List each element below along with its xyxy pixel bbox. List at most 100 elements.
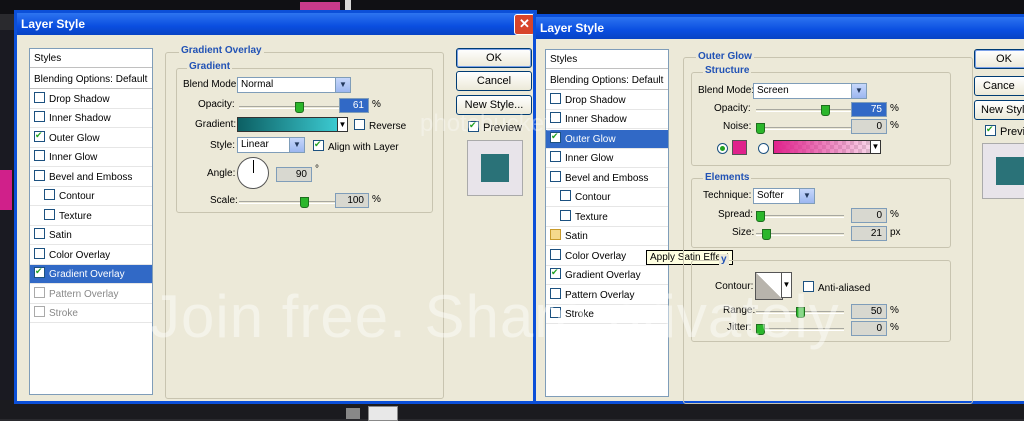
new-style-button[interactable]: New Style... bbox=[456, 95, 532, 115]
styles-list-item[interactable]: Stroke bbox=[546, 305, 668, 324]
spread-field[interactable]: 0 bbox=[851, 208, 887, 223]
slider-thumb[interactable] bbox=[756, 123, 765, 134]
styles-list-item[interactable]: Pattern Overlay bbox=[30, 285, 152, 304]
checkbox-icon[interactable] bbox=[550, 112, 561, 123]
checkbox-icon[interactable] bbox=[550, 151, 561, 162]
checkbox-icon[interactable] bbox=[44, 208, 55, 220]
styles-list-item[interactable]: Bevel and Emboss bbox=[30, 168, 152, 187]
styles-list-item[interactable]: Inner Shadow bbox=[30, 109, 152, 128]
opacity-field[interactable]: 61 bbox=[339, 98, 369, 113]
taskbar-icon[interactable] bbox=[346, 408, 360, 419]
jitter-field[interactable]: 0 bbox=[851, 321, 887, 336]
range-slider[interactable] bbox=[756, 307, 844, 318]
reverse-checkbox[interactable]: Reverse bbox=[354, 119, 406, 132]
styles-list-item[interactable]: Inner Glow bbox=[30, 148, 152, 167]
anti-aliased-checkbox[interactable]: Anti-aliased bbox=[803, 281, 870, 294]
checkbox-icon[interactable] bbox=[34, 247, 45, 259]
style-select[interactable]: Linear ▼ bbox=[237, 137, 305, 153]
size-slider[interactable] bbox=[756, 229, 844, 240]
glow-color-swatch[interactable] bbox=[732, 140, 747, 155]
checkbox-icon[interactable] bbox=[550, 131, 561, 143]
styles-list-item[interactable]: Blending Options: Default bbox=[30, 70, 152, 89]
checkbox-icon[interactable] bbox=[34, 267, 45, 278]
styles-list-item[interactable]: Satin bbox=[30, 226, 152, 245]
styles-list-item[interactable]: Styles bbox=[546, 50, 668, 69]
opacity-slider[interactable] bbox=[756, 105, 851, 116]
styles-list-item[interactable]: Gradient Overlay bbox=[546, 266, 668, 285]
styles-list-item[interactable]: Drop Shadow bbox=[30, 90, 152, 109]
cancel-button[interactable]: Cance bbox=[974, 76, 1024, 96]
checkbox-icon[interactable] bbox=[560, 190, 571, 201]
gradient-radio[interactable] bbox=[758, 143, 769, 154]
size-field[interactable]: 21 bbox=[851, 226, 887, 241]
angle-field[interactable]: 90 bbox=[276, 167, 312, 182]
styles-list-item[interactable]: Blending Options: Default bbox=[546, 71, 668, 90]
styles-list-item[interactable]: Outer Glow bbox=[546, 129, 668, 149]
cancel-button[interactable]: Cancel bbox=[456, 71, 532, 91]
angle-dial[interactable] bbox=[237, 157, 269, 189]
slider-thumb[interactable] bbox=[762, 229, 772, 240]
checkbox-icon[interactable] bbox=[44, 189, 55, 200]
checkbox-icon[interactable] bbox=[34, 111, 45, 122]
checkbox-icon[interactable] bbox=[560, 209, 571, 221]
styles-list-item[interactable]: Inner Shadow bbox=[546, 110, 668, 129]
styles-list-item[interactable]: Color Overlay bbox=[30, 246, 152, 265]
preview-checkbox[interactable]: Previe bbox=[985, 125, 1024, 138]
noise-field[interactable]: 0 bbox=[851, 119, 887, 134]
styles-list-item[interactable]: Stroke bbox=[30, 304, 152, 323]
slider-thumb[interactable] bbox=[821, 105, 831, 116]
gradient-dropdown-button[interactable]: ▼ bbox=[337, 117, 348, 132]
blend-mode-select[interactable]: Normal ▼ bbox=[237, 77, 351, 93]
styles-list-item[interactable]: Bevel and Emboss bbox=[546, 169, 668, 188]
scale-field[interactable]: 100 bbox=[335, 193, 369, 208]
gradient-swatch[interactable] bbox=[237, 117, 345, 132]
blend-mode-select[interactable]: Screen ▼ bbox=[753, 83, 867, 99]
checkbox-icon[interactable] bbox=[34, 130, 45, 142]
styles-list-item[interactable]: Texture bbox=[546, 208, 668, 227]
styles-list-item[interactable]: Inner Glow bbox=[546, 149, 668, 168]
ok-button[interactable]: OK bbox=[974, 49, 1024, 69]
checkbox-icon[interactable] bbox=[550, 170, 561, 182]
opacity-field[interactable]: 75 bbox=[851, 102, 887, 117]
checkbox-icon[interactable] bbox=[34, 91, 45, 103]
styles-list-item[interactable]: Contour bbox=[546, 188, 668, 207]
technique-select[interactable]: Softer ▼ bbox=[753, 188, 815, 204]
checkbox-icon[interactable] bbox=[550, 229, 561, 240]
checkbox-icon[interactable] bbox=[550, 307, 561, 318]
checkbox-icon[interactable] bbox=[34, 306, 45, 317]
styles-list-item[interactable]: Outer Glow bbox=[30, 129, 152, 148]
glow-gradient-swatch[interactable] bbox=[773, 140, 877, 154]
contour-dropdown-button[interactable]: ▼ bbox=[781, 272, 792, 298]
slider-thumb[interactable] bbox=[756, 324, 765, 335]
styles-list-item[interactable]: Contour bbox=[30, 187, 152, 206]
jitter-slider[interactable] bbox=[756, 324, 844, 335]
gradient-dropdown-button[interactable]: ▼ bbox=[870, 140, 881, 154]
new-style-button[interactable]: New Styl bbox=[974, 100, 1024, 120]
preview-checkbox[interactable]: Preview bbox=[468, 121, 522, 134]
checkbox-icon[interactable] bbox=[550, 248, 561, 260]
checkbox-icon[interactable] bbox=[34, 169, 45, 181]
solid-color-radio[interactable] bbox=[717, 143, 728, 154]
checkbox-icon[interactable] bbox=[34, 150, 45, 161]
styles-list-item[interactable]: Pattern Overlay bbox=[546, 286, 668, 305]
slider-thumb[interactable] bbox=[756, 211, 765, 222]
opacity-slider[interactable] bbox=[239, 102, 339, 113]
styles-list-item[interactable]: Styles bbox=[30, 49, 152, 68]
dialog-title-bar[interactable]: Layer Style bbox=[536, 17, 1024, 39]
checkbox-icon[interactable] bbox=[550, 268, 561, 279]
styles-list-item[interactable]: Drop Shadow bbox=[546, 91, 668, 110]
checkbox-icon[interactable] bbox=[550, 92, 561, 104]
styles-list-item[interactable]: Gradient Overlay bbox=[30, 265, 152, 284]
checkbox-icon[interactable] bbox=[34, 286, 45, 298]
noise-slider[interactable] bbox=[756, 123, 851, 134]
contour-picker[interactable] bbox=[755, 272, 783, 300]
ok-button[interactable]: OK bbox=[456, 48, 532, 68]
dialog-title-bar[interactable]: Layer Style ✕ bbox=[17, 13, 535, 35]
close-icon[interactable]: ✕ bbox=[514, 14, 535, 35]
scale-slider[interactable] bbox=[239, 197, 339, 208]
styles-list-item[interactable]: Satin bbox=[546, 227, 668, 246]
spread-slider[interactable] bbox=[756, 211, 844, 222]
checkbox-icon[interactable] bbox=[34, 228, 45, 239]
range-field[interactable]: 50 bbox=[851, 304, 887, 319]
checkbox-icon[interactable] bbox=[550, 287, 561, 299]
